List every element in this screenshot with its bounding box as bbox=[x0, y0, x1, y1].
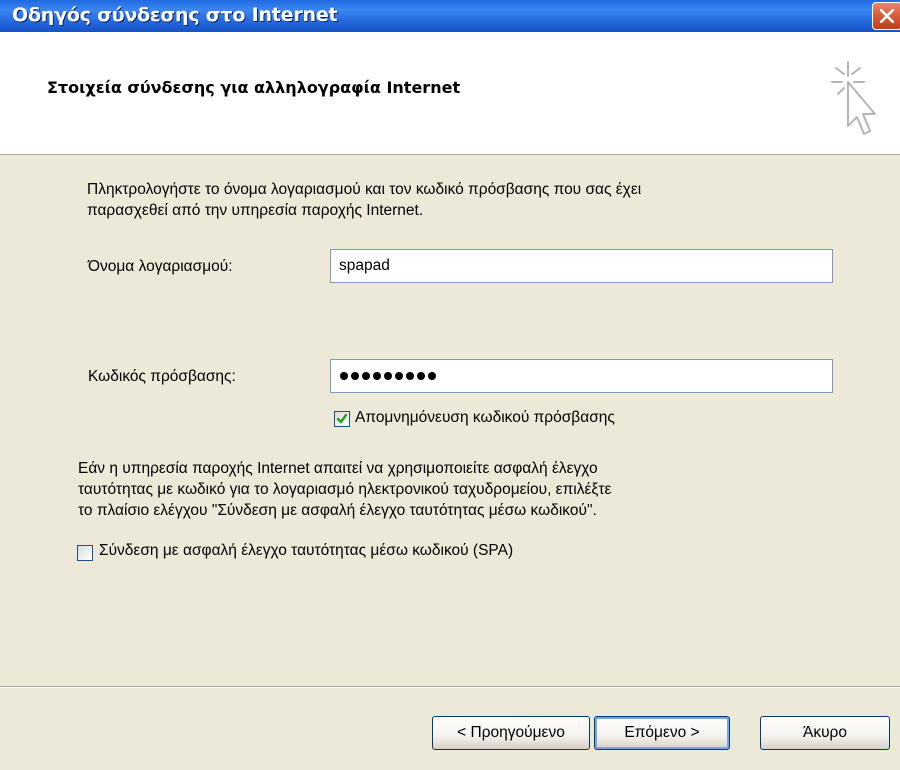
wizard-window: Οδηγός σύνδεσης στο Internet Στοιχεία σύ… bbox=[0, 0, 900, 770]
spa-desc-line-2: ταυτότητας με κωδικό για το λογαριασμό η… bbox=[78, 481, 612, 498]
remember-password-label[interactable]: Απομνημόνευση κωδικού πρόσβασης bbox=[355, 409, 615, 427]
wizard-header: Στοιχεία σύνδεσης για αλληλογραφία Inter… bbox=[0, 32, 900, 155]
close-button[interactable] bbox=[872, 2, 900, 30]
spa-desc-line-1: Εάν η υπηρεσία παροχής Internet απαιτεί … bbox=[78, 460, 598, 477]
wizard-cursor-icon bbox=[831, 61, 876, 135]
next-button[interactable]: Επόμενο > bbox=[594, 716, 730, 750]
password-mask bbox=[340, 365, 436, 387]
close-icon bbox=[880, 9, 894, 23]
account-name-value: spapad bbox=[339, 257, 390, 274]
window-title: Οδηγός σύνδεσης στο Internet bbox=[12, 4, 338, 26]
spa-description: Εάν η υπηρεσία παροχής Internet απαιτεί … bbox=[78, 458, 878, 521]
title-bar[interactable]: Οδηγός σύνδεσης στο Internet bbox=[0, 0, 900, 32]
remember-password-checkbox[interactable] bbox=[334, 411, 350, 427]
header-title: Στοιχεία σύνδεσης για αλληλογραφία Inter… bbox=[47, 78, 461, 97]
intro-text: Πληκτρολογήστε το όνομα λογαριασμού και … bbox=[87, 179, 847, 221]
password-label: Κωδικός πρόσβασης: bbox=[88, 368, 236, 385]
spa-checkbox[interactable] bbox=[77, 545, 93, 561]
check-icon bbox=[336, 413, 348, 424]
button-separator bbox=[0, 686, 900, 688]
intro-line-2: παρασχεθεί από την υπηρεσία παροχής Inte… bbox=[87, 202, 424, 219]
spa-label[interactable]: Σύνδεση με ασφαλή έλεγχο ταυτότητας μέσω… bbox=[99, 542, 513, 560]
back-button[interactable]: < Προηγούμενο bbox=[432, 716, 590, 750]
account-name-label: Όνομα λογαριασμού: bbox=[88, 258, 233, 275]
intro-line-1: Πληκτρολογήστε το όνομα λογαριασμού και … bbox=[87, 181, 642, 198]
account-name-input[interactable]: spapad bbox=[330, 249, 833, 283]
cancel-button[interactable]: Άκυρο bbox=[760, 716, 890, 750]
spa-desc-line-3: το πλαίσιο ελέγχου "Σύνδεση με ασφαλή έλ… bbox=[78, 502, 597, 519]
